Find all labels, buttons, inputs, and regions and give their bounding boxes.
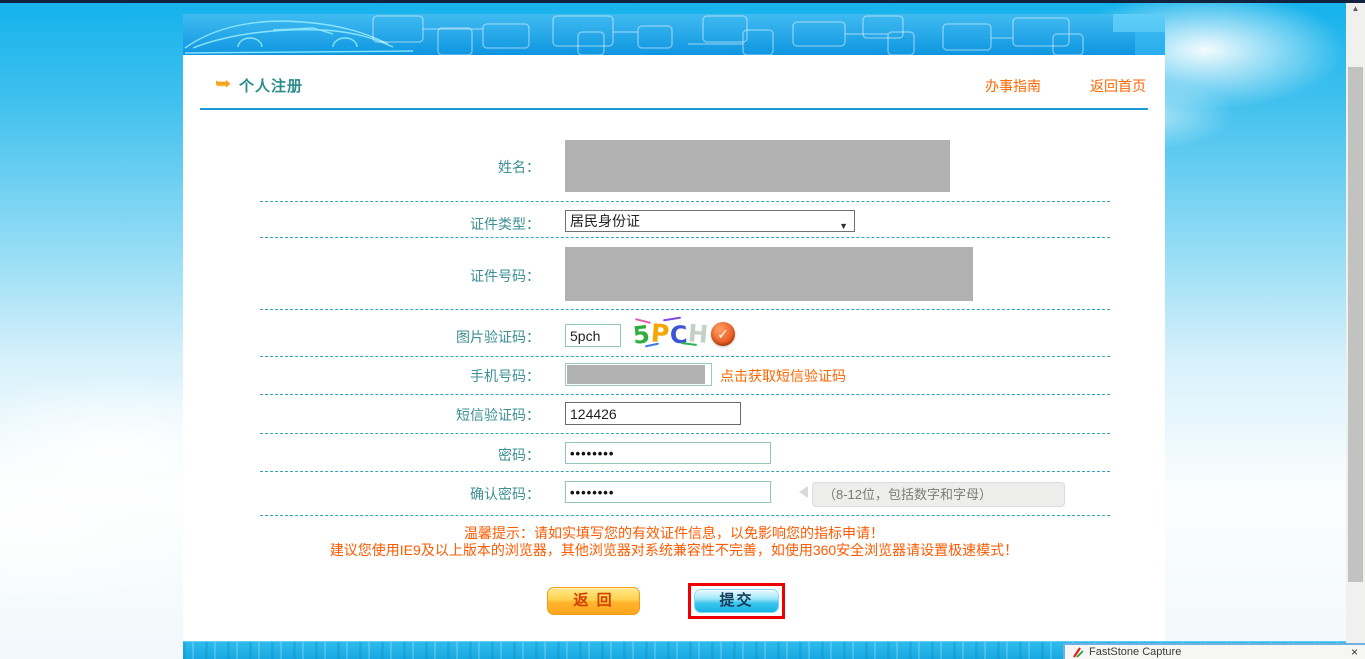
captcha-input[interactable] <box>565 324 621 347</box>
phone-field-redacted <box>567 365 705 384</box>
title-arrow-icon: ➥ <box>214 74 232 93</box>
row-separator <box>260 433 1110 434</box>
phone-input[interactable] <box>565 363 712 386</box>
captcha-refresh-icon[interactable]: ✓ <box>711 322 735 346</box>
submit-highlight-box: 提交 <box>688 583 785 619</box>
row-separator <box>260 394 1110 395</box>
row-separator <box>260 201 1110 202</box>
notice-line-2: 建议您使用IE9及以上版本的浏览器，其他浏览器对系统兼容性不完善，如使用360安… <box>329 542 1019 558</box>
guide-link[interactable]: 办事指南 <box>985 76 1041 96</box>
cert-type-label: 证件类型： <box>470 216 540 232</box>
name-label: 姓名： <box>498 159 540 175</box>
row-separator <box>260 237 1110 238</box>
window-top-border <box>0 0 1365 3</box>
row-separator <box>260 309 1110 310</box>
cert-type-selected-value: 居民身份证 <box>570 213 640 229</box>
cert-no-label: 证件号码： <box>470 268 540 284</box>
back-button[interactable]: 返 回 <box>547 587 640 615</box>
browser-page: ➥ 个人注册 办事指南 返回首页 姓名： 证件类型： 居民身份证 ▼ 证件号码：… <box>0 0 1365 659</box>
chevron-down-icon: ▼ <box>839 221 848 231</box>
close-icon[interactable]: × <box>1351 645 1358 659</box>
sms-code-label: 短信验证码： <box>456 407 540 423</box>
cert-no-field-redacted[interactable] <box>565 247 973 301</box>
confirm-password-input[interactable] <box>565 481 771 503</box>
password-input[interactable] <box>565 442 771 464</box>
scrollbar-thumb[interactable] <box>1348 67 1363 582</box>
submit-button[interactable]: 提交 <box>694 589 779 613</box>
phone-label: 手机号码： <box>470 368 540 384</box>
notice-text: 温馨提示：请如实填写您的有效证件信息，以免影响您的指标申请！ 建议您使用IE9及… <box>183 525 1165 559</box>
sms-code-input[interactable] <box>565 402 741 425</box>
cert-type-select[interactable]: 居民身份证 ▼ <box>565 210 855 232</box>
get-sms-code-link[interactable]: 点击获取短信验证码 <box>720 366 846 386</box>
home-link[interactable]: 返回首页 <box>1090 76 1146 96</box>
captcha-image[interactable]: 5 P C H <box>632 316 709 350</box>
title-divider <box>200 108 1148 110</box>
row-separator <box>260 356 1110 357</box>
scrollbar-up-arrow-icon[interactable]: ▲ <box>1346 2 1365 16</box>
registration-panel: ➥ 个人注册 办事指南 返回首页 姓名： 证件类型： 居民身份证 ▼ 证件号码：… <box>183 14 1165 641</box>
confirm-password-label: 确认密码： <box>470 486 540 502</box>
captcha-char: C <box>669 320 689 350</box>
password-label: 密码： <box>498 447 540 463</box>
vertical-scrollbar[interactable]: ▲ <box>1346 0 1365 659</box>
row-separator <box>260 515 1110 516</box>
banner-graphic <box>183 14 1165 55</box>
hint-arrow-icon <box>799 486 808 498</box>
captcha-label: 图片验证码： <box>456 329 540 345</box>
page-title-row: ➥ 个人注册 办事指南 返回首页 <box>183 72 1165 96</box>
faststone-icon <box>1073 647 1084 658</box>
name-field-redacted[interactable] <box>565 140 950 192</box>
row-separator <box>260 471 1110 472</box>
header-banner <box>183 14 1165 55</box>
notice-line-1: 温馨提示：请如实填写您的有效证件信息，以免影响您的指标申请！ <box>464 525 884 541</box>
faststone-window-title: FastStone Capture <box>1089 646 1182 658</box>
password-hint: （8-12位，包括数字和字母） <box>812 482 1065 507</box>
page-title: 个人注册 <box>239 78 304 95</box>
faststone-capture-window[interactable]: FastStone Capture × <box>1063 643 1365 659</box>
